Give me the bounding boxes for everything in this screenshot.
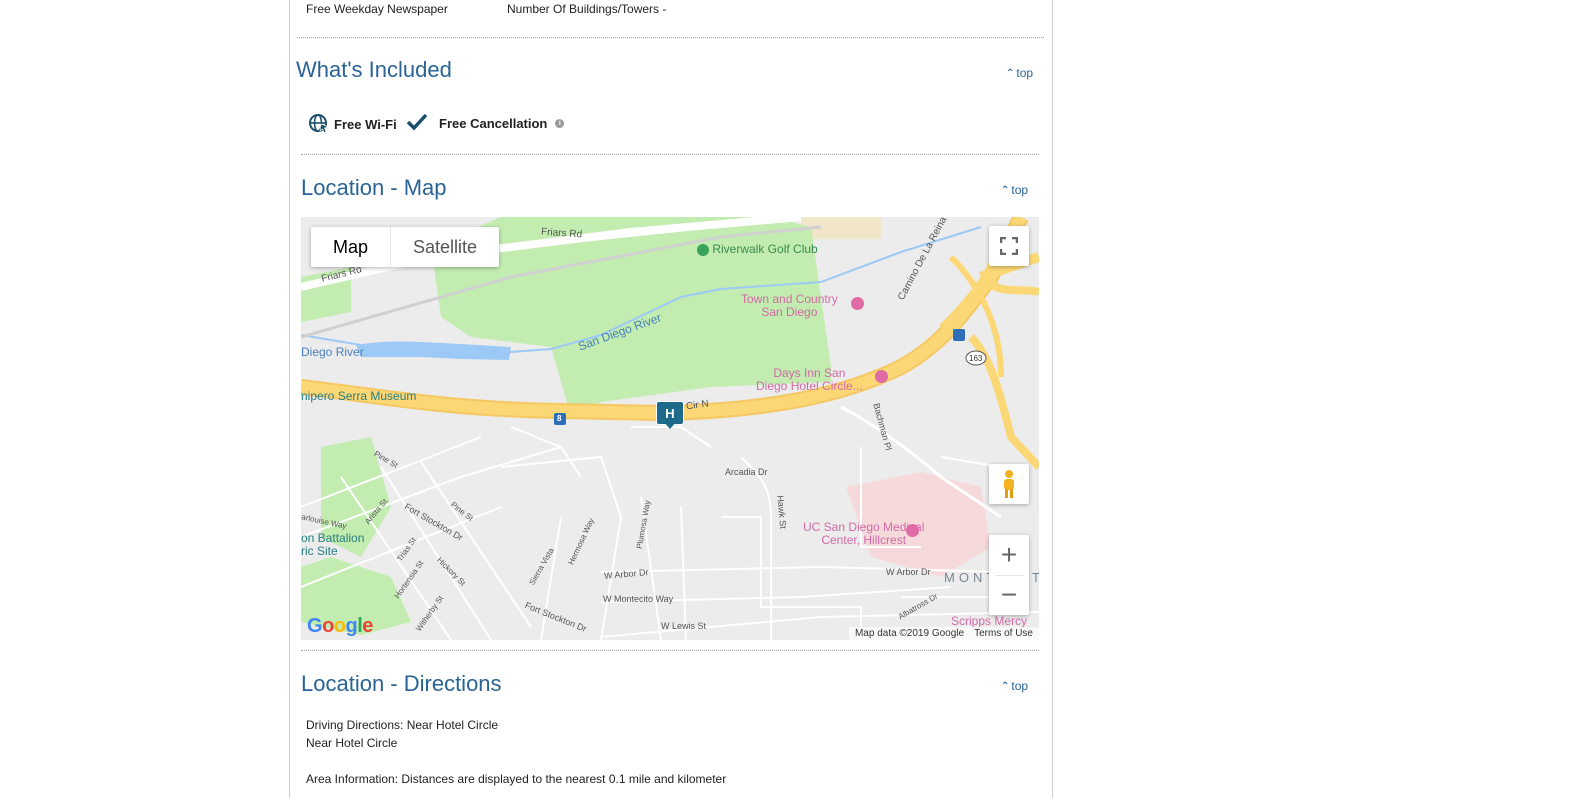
map-type-control: Map Satellite xyxy=(311,227,500,267)
zoom-out-button[interactable]: − xyxy=(989,575,1029,615)
map-type-map-button[interactable]: Map xyxy=(311,227,390,267)
amenity-newspaper: Free Weekday Newspaper xyxy=(306,2,448,16)
street-view-button[interactable] xyxy=(989,464,1029,504)
near-hotel-circle-text: Near Hotel Circle xyxy=(306,736,398,750)
hospital-pin-icon xyxy=(906,524,919,537)
i8-shield-label: 8 xyxy=(557,414,562,423)
map-poi-town-country: Town and Country San Diego xyxy=(741,292,838,319)
top-link[interactable]: ⌃ top xyxy=(1006,66,1033,80)
hotel-pin-icon xyxy=(851,297,864,310)
free-cancellation-label: Free Cancellation xyxy=(439,116,548,131)
map-poi-battalion: on Battalion ric Site xyxy=(301,531,365,558)
chevron-up-icon: ⌃ xyxy=(1001,680,1010,692)
amenity-buildings: Number Of Buildings/Towers - xyxy=(507,2,667,16)
golf-pin-icon xyxy=(697,243,709,256)
chevron-up-icon: ⌃ xyxy=(1006,67,1015,79)
chevron-up-icon: ⌃ xyxy=(1001,184,1010,196)
free-wifi-item: Free Wi-Fi xyxy=(309,113,397,136)
map-label-road: W Arbor Dr xyxy=(886,567,931,577)
map-label-road: W Lewis St xyxy=(661,621,707,631)
location-map-title: Location - Map xyxy=(301,175,447,200)
fullscreen-button[interactable] xyxy=(989,226,1029,266)
info-icon[interactable]: i xyxy=(555,119,565,128)
map-label-road: W Montecito Way xyxy=(603,594,674,604)
map-poi-riverwalk: Riverwalk Golf Club xyxy=(697,242,818,256)
divider xyxy=(301,154,1039,155)
free-cancellation-item: Free Cancellation i xyxy=(406,112,565,135)
map-label-road: Arcadia Dr xyxy=(725,467,768,477)
free-wifi-label: Free Wi-Fi xyxy=(334,117,397,132)
hotel-marker-pointer xyxy=(664,422,676,429)
google-logo[interactable]: Google xyxy=(307,615,373,638)
map-type-satellite-button[interactable]: Satellite xyxy=(390,227,499,267)
zoom-in-button[interactable]: + xyxy=(989,535,1029,575)
fullscreen-icon xyxy=(1000,237,1018,255)
map-poi-serra-museum: nipero Serra Museum xyxy=(301,389,417,403)
top-link[interactable]: ⌃ top xyxy=(1001,183,1028,197)
map-poi-days-inn: Days Inn San Diego Hotel Circle... xyxy=(756,366,863,393)
i8-shield-icon xyxy=(953,329,965,341)
map-attribution: Map data ©2019 Google Terms of Use xyxy=(848,627,1039,640)
pegman-icon xyxy=(1004,470,1014,498)
driving-directions-text: Driving Directions: Near Hotel Circle xyxy=(306,718,499,732)
divider xyxy=(301,650,1039,651)
top-link[interactable]: ⌃ top xyxy=(1001,679,1028,693)
location-directions-title: Location - Directions xyxy=(301,671,502,696)
whats-included-title: What's Included xyxy=(296,57,452,82)
zoom-control: + − xyxy=(989,535,1029,615)
checkmark-icon xyxy=(406,112,428,135)
location-map[interactable]: Friars Rd Friars Rd Riverwalk Golf Club … xyxy=(301,217,1039,640)
map-data-text: Map data ©2019 Google xyxy=(854,628,965,639)
map-label-river: Diego River xyxy=(301,345,364,359)
ca163-shield-label: 163 xyxy=(969,354,983,363)
zoom-separator xyxy=(995,575,1023,576)
divider xyxy=(297,37,1044,38)
wifi-globe-icon xyxy=(309,113,329,136)
terms-of-use-link[interactable]: Terms of Use xyxy=(974,628,1033,639)
hotel-pin-icon xyxy=(875,370,888,383)
